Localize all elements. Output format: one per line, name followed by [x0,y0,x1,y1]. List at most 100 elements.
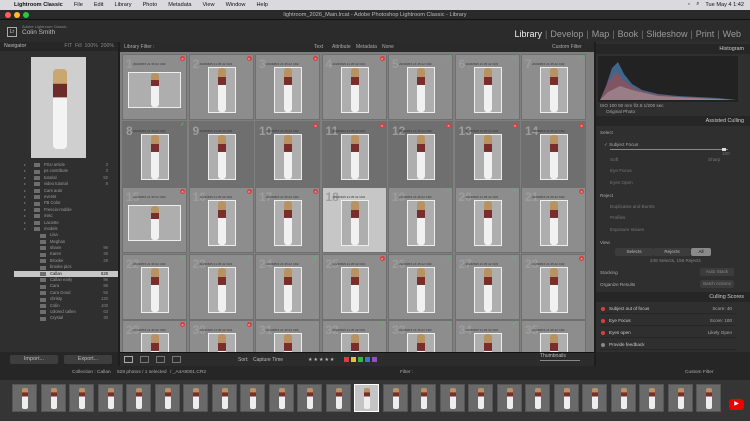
photo-thumbnail[interactable] [407,133,435,180]
color-label-blue[interactable] [365,357,370,362]
filmstrip-thumbnail[interactable] [468,384,493,412]
menu-library[interactable]: Library [114,2,131,8]
original-photo-label[interactable]: Original Photo [606,109,635,114]
filmstrip-thumbnail[interactable] [496,384,522,412]
filmstrip-thumbnail[interactable] [525,384,550,412]
navigator-zoom-options[interactable]: FIT Fill 100% 200% [64,42,114,51]
pick-flag-icon[interactable]: ✓ [513,255,518,261]
grid-cell[interactable]: 35 20230815 21:35:42 CR2 [521,320,586,352]
exposure-checkbox[interactable]: Exposure Issues [610,227,644,232]
search-icon[interactable]: ⌕ [696,1,699,8]
filmstrip-thumbnail[interactable] [211,384,237,412]
grid-cell[interactable]: 12 20230815 21:35:42 CR2 × [388,120,453,187]
loupe-view-icon[interactable] [140,356,149,363]
module-library[interactable]: Library [511,29,545,39]
photo-thumbnail[interactable] [274,200,302,246]
grid-cell[interactable]: 16 20230815 21:35:42 CR2 × [188,187,254,253]
reject-flag-icon[interactable]: × [246,322,252,327]
filter-metadata[interactable]: Metadata [356,42,377,52]
grid-cell[interactable]: 29 20230815 21:35:42 CR2 × [122,320,187,352]
pick-flag-icon[interactable]: ✓ [446,321,451,327]
filmstrip-thumbnail[interactable] [69,384,94,412]
filmstrip-thumbnail[interactable] [12,384,37,412]
filmstrip-thumbnail[interactable] [411,384,436,412]
filmstrip-thumbnail[interactable] [667,384,693,412]
pick-flag-icon[interactable]: ✓ [380,321,385,327]
grid-cell[interactable]: 22 20230815 21:35:42 CR2 ✓ [122,253,187,320]
histogram-header[interactable]: Histogram [596,44,750,54]
filmstrip-thumbnail[interactable] [354,384,379,412]
view-all-button[interactable]: All [691,248,711,256]
pick-flag-icon[interactable]: ✓ [513,321,518,327]
profiles-checkbox[interactable]: Profiles [610,215,625,220]
menu-window[interactable]: Window [226,2,246,8]
photo-thumbnail[interactable] [274,67,302,113]
module-print[interactable]: Print [693,29,718,39]
filmstrip-thumbnail[interactable] [696,384,721,412]
pick-flag-icon[interactable]: ✓ [446,255,451,261]
grid-cell[interactable]: 13 20230815 21:35:42 CR2 × [454,120,520,187]
filmstrip-thumbnail[interactable] [582,384,607,412]
filmstrip-thumbnail[interactable] [97,384,123,412]
assisted-culling-header[interactable]: Assisted Culling [596,116,750,126]
grid-cell[interactable]: 2 20230815 21:35:42 CR2 × [188,54,254,120]
grid-cell[interactable]: 15 20230815 21:35:42 CR2 × [122,187,187,253]
reject-flag-icon[interactable]: × [313,189,318,194]
filmstrip-thumbnail[interactable] [240,384,265,412]
photo-thumbnail[interactable] [540,266,568,313]
close-window-button[interactable] [5,12,11,18]
color-label-yellow[interactable] [351,357,356,362]
module-book[interactable]: Book [615,29,642,39]
filmstrip-thumbnail[interactable] [268,384,294,412]
photo-thumbnail[interactable] [340,67,369,113]
culling-score-row[interactable]: Provide feedback [600,340,736,350]
import-button[interactable]: Import... [10,355,58,364]
pick-flag-icon[interactable]: ✓ [579,55,584,61]
filmstrip-thumbnail[interactable] [639,384,664,412]
photo-thumbnail[interactable] [141,266,169,313]
zoom-window-button[interactable] [23,12,29,18]
youtube-icon[interactable]: ▶ [729,399,744,410]
filmstrip-thumbnail[interactable] [40,384,66,412]
photo-thumbnail[interactable] [407,266,435,313]
module-slideshow[interactable]: Slideshow [643,29,690,39]
filmstrip-thumbnail[interactable] [439,384,465,412]
grid-view-icon[interactable] [124,356,133,363]
filmstrip-thumbnail[interactable] [553,384,579,412]
culling-scores-header[interactable]: Culling Scores [596,292,750,302]
photo-thumbnail[interactable] [407,333,435,352]
photo-thumbnail[interactable] [473,200,502,246]
grid-cell[interactable]: 8 20230815 21:35:42 CR2 ✓ [122,120,187,187]
grid-cell[interactable]: 4 20230815 21:35:42 CR2 × [321,54,387,120]
filmstrip-thumbnail[interactable] [382,384,408,412]
duplicates-checkbox[interactable]: Duplicates and Bursts [610,204,655,209]
photo-thumbnail[interactable] [340,200,369,246]
export-button[interactable]: Export... [64,355,112,364]
filmstrip-thumbnail[interactable] [126,384,151,412]
subject-focus-slider[interactable] [610,149,728,150]
eye-focus-checkbox[interactable]: Eye Focus [610,168,632,173]
photo-thumbnail[interactable] [274,333,302,352]
photo-thumbnail[interactable] [473,133,502,180]
menu-help[interactable]: Help [256,2,268,8]
filter-none[interactable]: None [382,42,394,52]
pick-flag-icon[interactable]: ✓ [513,55,518,61]
photo-thumbnail[interactable] [540,133,568,180]
grid-cell[interactable]: 10 20230815 21:35:42 CR2 × [255,120,320,187]
grid-cell[interactable]: 30 20230815 21:35:42 CR2 × [188,320,254,352]
grid-cell[interactable]: 23 20230815 21:35:42 CR2 ✓ [188,253,254,320]
photo-thumbnail[interactable] [207,67,236,113]
module-develop[interactable]: Develop [547,29,586,39]
grid-cell[interactable]: 18 20230815 21:35:42 CR2 [321,187,387,253]
grid-cell[interactable]: 27 20230815 21:35:42 CR2 ✓ [454,253,520,320]
view-selects-button[interactable]: Selects [615,248,653,256]
thumbnail-size-slider[interactable] [540,360,580,361]
photo-thumbnail[interactable] [340,133,369,180]
eyes-open-checkbox[interactable]: Eyes Open [610,180,633,185]
grid-cell[interactable]: 34 20230815 21:35:42 CR2 ✓ [454,320,520,352]
photo-thumbnail[interactable] [407,67,435,113]
pick-flag-icon[interactable]: ✓ [180,122,185,128]
module-web[interactable]: Web [720,29,744,39]
culling-score-row[interactable]: Eye Focus Score: 100 [600,316,736,326]
menu-edit[interactable]: Edit [94,2,104,8]
